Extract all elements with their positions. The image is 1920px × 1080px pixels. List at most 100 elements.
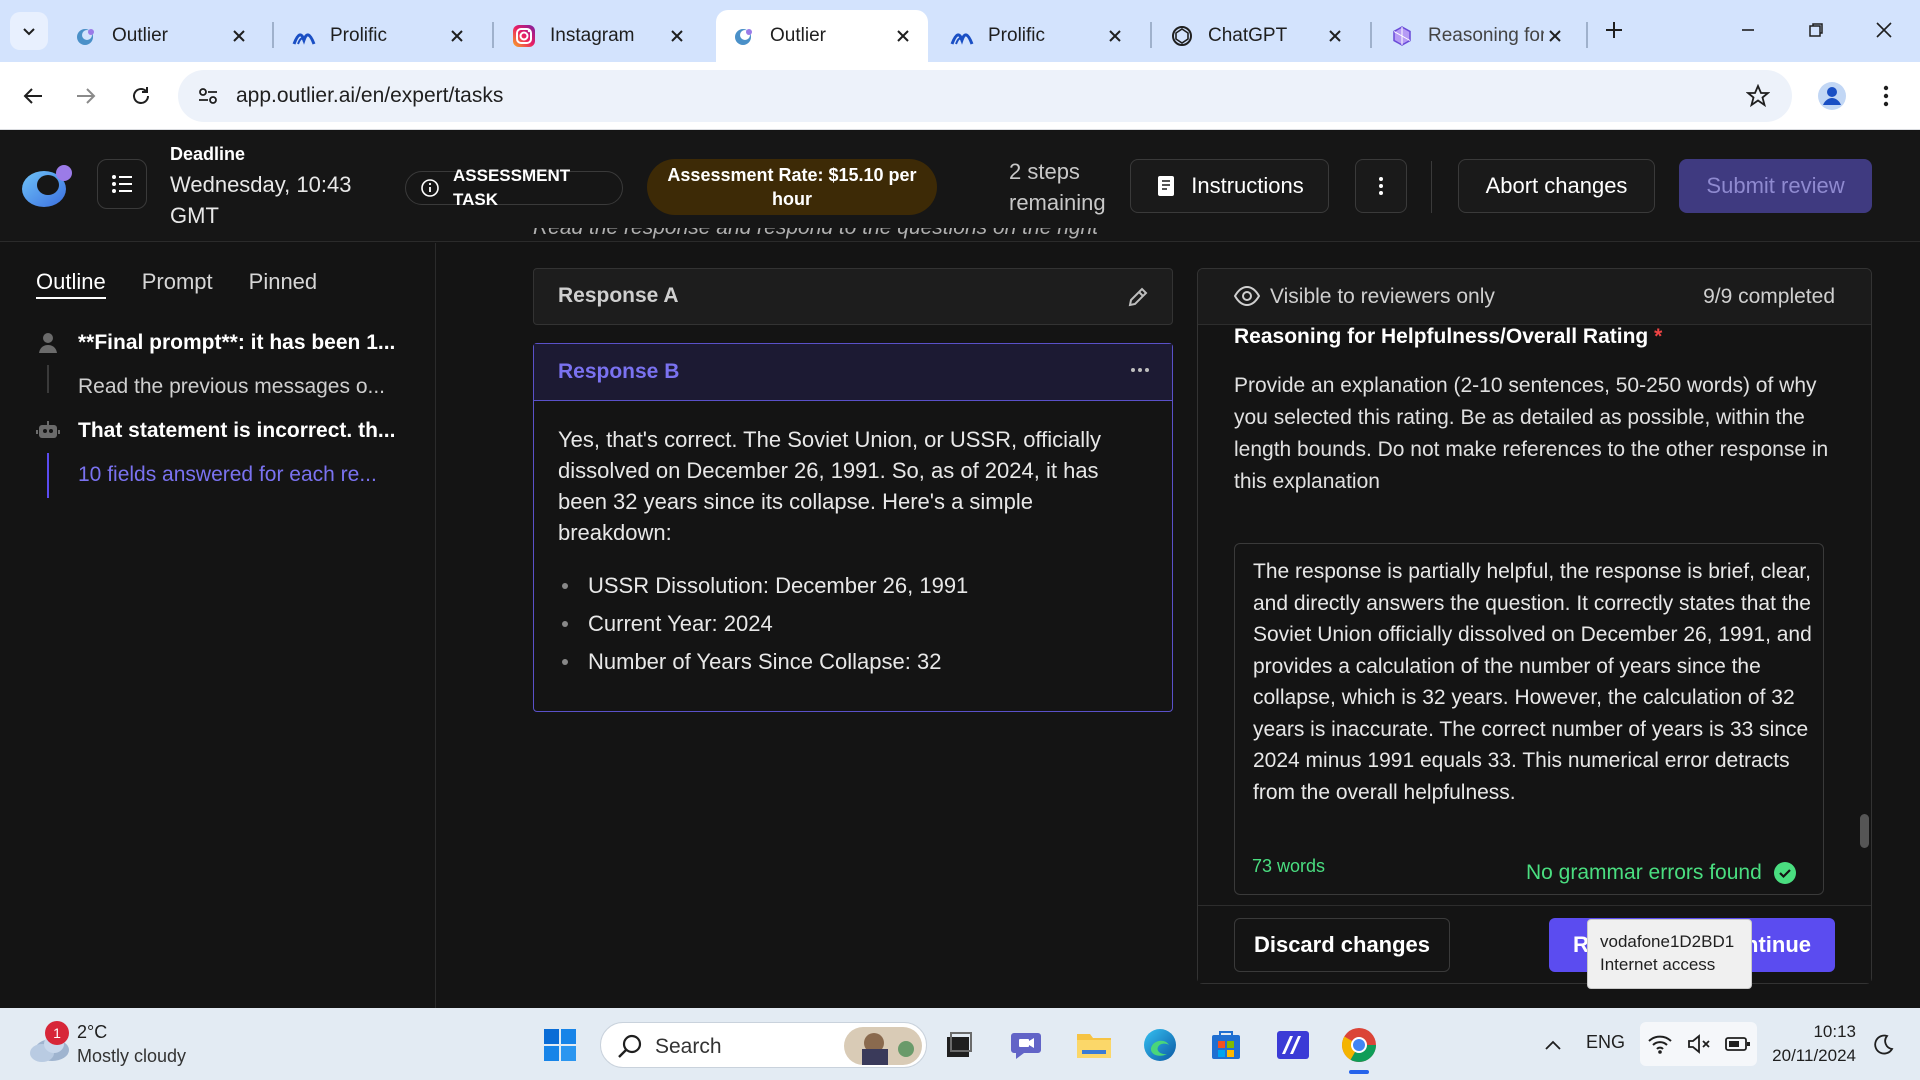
outline-sidebar: Outline Prompt Pinned **Final prompt**: … <box>0 243 436 1008</box>
browser-toolbar: app.outlier.ai/en/expert/tasks <box>0 62 1920 130</box>
close-icon[interactable] <box>1104 25 1126 47</box>
reload-button[interactable] <box>121 76 161 116</box>
forward-button[interactable] <box>66 76 106 116</box>
deadline-value: Wednesday, 10:43 GMT <box>170 172 352 228</box>
list-item: Number of Years Since Collapse: 32 <box>558 646 1148 677</box>
bookmark-star-icon[interactable] <box>1744 82 1772 110</box>
close-icon[interactable] <box>666 25 688 47</box>
outline-item-read-messages[interactable]: Read the previous messages o... <box>78 375 385 399</box>
instructions-button[interactable]: Instructions <box>1130 159 1329 213</box>
browser-tab[interactable]: Prolific <box>276 10 482 62</box>
browser-tab-active[interactable]: Outlier <box>716 10 928 62</box>
more-horizontal-icon[interactable] <box>1128 358 1152 382</box>
back-button[interactable] <box>13 76 53 116</box>
reasoning-text[interactable]: The response is partially helpful, the r… <box>1253 556 1813 808</box>
response-a-card[interactable]: Response A <box>533 268 1173 325</box>
response-b-body: Yes, that's correct. The Soviet Union, o… <box>558 424 1148 684</box>
restore-button[interactable] <box>1790 8 1842 52</box>
address-bar[interactable]: app.outlier.ai/en/expert/tasks <box>178 70 1792 122</box>
quick-settings-button[interactable] <box>1640 1022 1757 1066</box>
submit-review-label: Submit review <box>1706 173 1845 198</box>
more-options-button[interactable] <box>1355 159 1407 213</box>
chevron-down-icon <box>23 28 35 36</box>
app-header: Deadline Wednesday, 10:43 GMT ASSESSMENT… <box>0 131 1920 242</box>
assessment-task-text: ASSESSMENT TASK <box>453 166 571 209</box>
arrow-left-icon <box>23 88 42 104</box>
pencil-icon[interactable] <box>1126 285 1150 309</box>
user-icon <box>39 333 57 353</box>
browser-tab-strip: Outlier Prolific Instagram Outlier Proli… <box>0 0 1920 62</box>
tab-outline[interactable]: Outline <box>36 269 106 299</box>
minimize-button[interactable] <box>1722 8 1774 52</box>
language-indicator[interactable]: ENG <box>1586 1032 1625 1053</box>
prolific-icon <box>950 24 974 48</box>
browser-tab[interactable]: Prolific <box>934 10 1140 62</box>
completion-status: 9/9 completed <box>1703 285 1835 308</box>
start-button[interactable] <box>541 1026 579 1064</box>
system-clock[interactable]: 10:13 20/11/2024 <box>1768 1020 1856 1068</box>
response-b-list: USSR Dissolution: December 26, 1991 Curr… <box>558 570 1148 677</box>
weather-condition[interactable]: Mostly cloudy <box>77 1046 186 1067</box>
outlier-logo[interactable] <box>20 163 76 209</box>
list-item: Current Year: 2024 <box>558 608 1148 639</box>
close-window-button[interactable] <box>1858 8 1910 52</box>
edge-button[interactable] <box>1141 1026 1179 1064</box>
tab-pinned[interactable]: Pinned <box>249 269 318 299</box>
outline-item-fields-answered[interactable]: 10 fields answered for each re... <box>78 463 377 487</box>
instagram-icon <box>512 24 536 48</box>
microsoft-store-button[interactable] <box>1207 1026 1245 1064</box>
check-circle-icon <box>1773 862 1796 884</box>
close-icon[interactable] <box>228 25 250 47</box>
chatgpt-icon <box>1170 24 1194 48</box>
site-settings-icon[interactable] <box>192 81 224 111</box>
taskbar-search[interactable]: Search <box>600 1022 927 1068</box>
response-b-text: Yes, that's correct. The Soviet Union, o… <box>558 427 1102 545</box>
response-b-card[interactable]: Response B Yes, that's correct. The Sovi… <box>533 343 1173 712</box>
chrome-button[interactable] <box>1340 1026 1378 1064</box>
folder-icon <box>1077 1034 1111 1058</box>
edge-icon <box>1144 1029 1176 1061</box>
sidebar-tabs: Outline Prompt Pinned <box>36 269 317 299</box>
browser-menu-button[interactable] <box>1866 76 1906 116</box>
submit-review-button[interactable]: Submit review <box>1679 159 1872 213</box>
outline-toggle-button[interactable] <box>97 159 147 209</box>
browser-tab[interactable]: Instagram <box>496 10 702 62</box>
tab-prompt[interactable]: Prompt <box>142 269 213 299</box>
reasoning-textarea[interactable]: The response is partially helpful, the r… <box>1234 543 1824 895</box>
discard-changes-label: Discard changes <box>1253 932 1431 957</box>
tab-title: Prolific <box>330 25 388 46</box>
notifications-button[interactable] <box>1868 1030 1898 1060</box>
tab-title: Outlier <box>112 25 168 46</box>
tab-title: Instagram <box>550 25 635 46</box>
list-icon <box>112 175 132 193</box>
panel-scrollbar[interactable] <box>1860 814 1869 848</box>
browser-tab[interactable]: Outlier <box>58 10 264 62</box>
teams-button[interactable] <box>1008 1026 1046 1064</box>
weather-temperature[interactable]: 2°C <box>77 1022 107 1043</box>
profile-button[interactable] <box>1812 76 1852 116</box>
response-b-header: Response B <box>534 344 1172 401</box>
browser-tab[interactable]: Reasoning for <box>1374 10 1580 62</box>
tab-title: Reasoning for <box>1428 25 1544 46</box>
task-view-button[interactable] <box>940 1026 978 1064</box>
url-text: app.outlier.ai/en/expert/tasks <box>236 84 504 107</box>
task-view-icon <box>947 1032 972 1057</box>
discard-changes-button[interactable]: Discard changes <box>1234 918 1450 972</box>
file-explorer-button[interactable] <box>1075 1026 1113 1064</box>
questions-panel-header: Visible to reviewers only 9/9 completed <box>1198 269 1871 325</box>
editor-app-button[interactable] <box>1274 1026 1312 1064</box>
show-hidden-icons-button[interactable] <box>1538 1030 1568 1060</box>
outline-item-statement[interactable]: That statement is incorrect. th... <box>78 419 395 443</box>
close-icon[interactable] <box>1544 25 1566 47</box>
windows-start-icon <box>544 1029 576 1061</box>
close-icon[interactable] <box>892 25 914 47</box>
new-tab-button[interactable] <box>1596 12 1632 48</box>
browser-tab[interactable]: ChatGPT <box>1154 10 1360 62</box>
abort-changes-button[interactable]: Abort changes <box>1458 159 1655 213</box>
outline-item-final-prompt[interactable]: **Final prompt**: it has been 1... <box>78 331 395 355</box>
tab-search-button[interactable] <box>10 12 48 50</box>
instruction-label: Read the response and respond to the que… <box>533 228 1098 240</box>
close-icon[interactable] <box>446 25 468 47</box>
close-icon[interactable] <box>1324 25 1346 47</box>
eye-icon <box>1234 285 1260 307</box>
